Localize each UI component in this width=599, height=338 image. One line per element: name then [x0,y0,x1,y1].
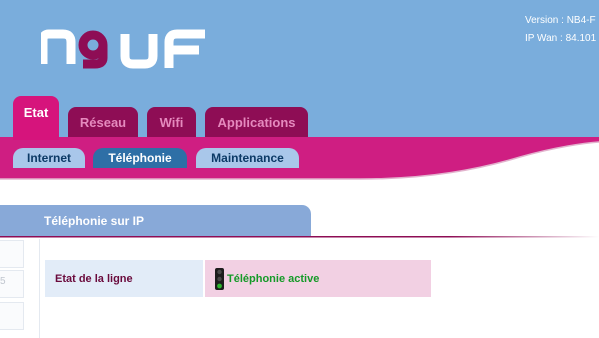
ip-wan-text: IP Wan : 84.101 [525,33,597,44]
subtab-internet[interactable]: Internet [13,148,85,168]
side-panel-cell [0,302,24,330]
version-text: Version : NB4-F [525,15,596,26]
header-swoosh [0,141,599,197]
tab-etat[interactable]: Etat [13,96,59,140]
section-heading: Téléphonie sur IP [0,205,311,237]
side-panel-value: 5 [0,276,6,287]
line-status-value: Téléphonie active [205,260,431,297]
side-panel-cell [0,240,24,268]
tab-reseau[interactable]: Réseau [68,107,138,137]
line-status-text: Téléphonie active [227,272,320,285]
line-status-label: Etat de la ligne [45,260,203,297]
connection-info: Version : NB4-F IP Wan : 84.101 [525,12,596,48]
traffic-light-green-icon [215,267,224,290]
neuf-logo [41,29,205,69]
section-title: Téléphonie sur IP [44,214,145,228]
tab-applications[interactable]: Applications [205,107,308,137]
subtab-maintenance[interactable]: Maintenance [196,148,299,168]
subtab-telephonie[interactable]: Téléphonie [93,148,187,168]
tab-wifi[interactable]: Wifi [147,107,196,137]
section-divider [0,236,599,238]
